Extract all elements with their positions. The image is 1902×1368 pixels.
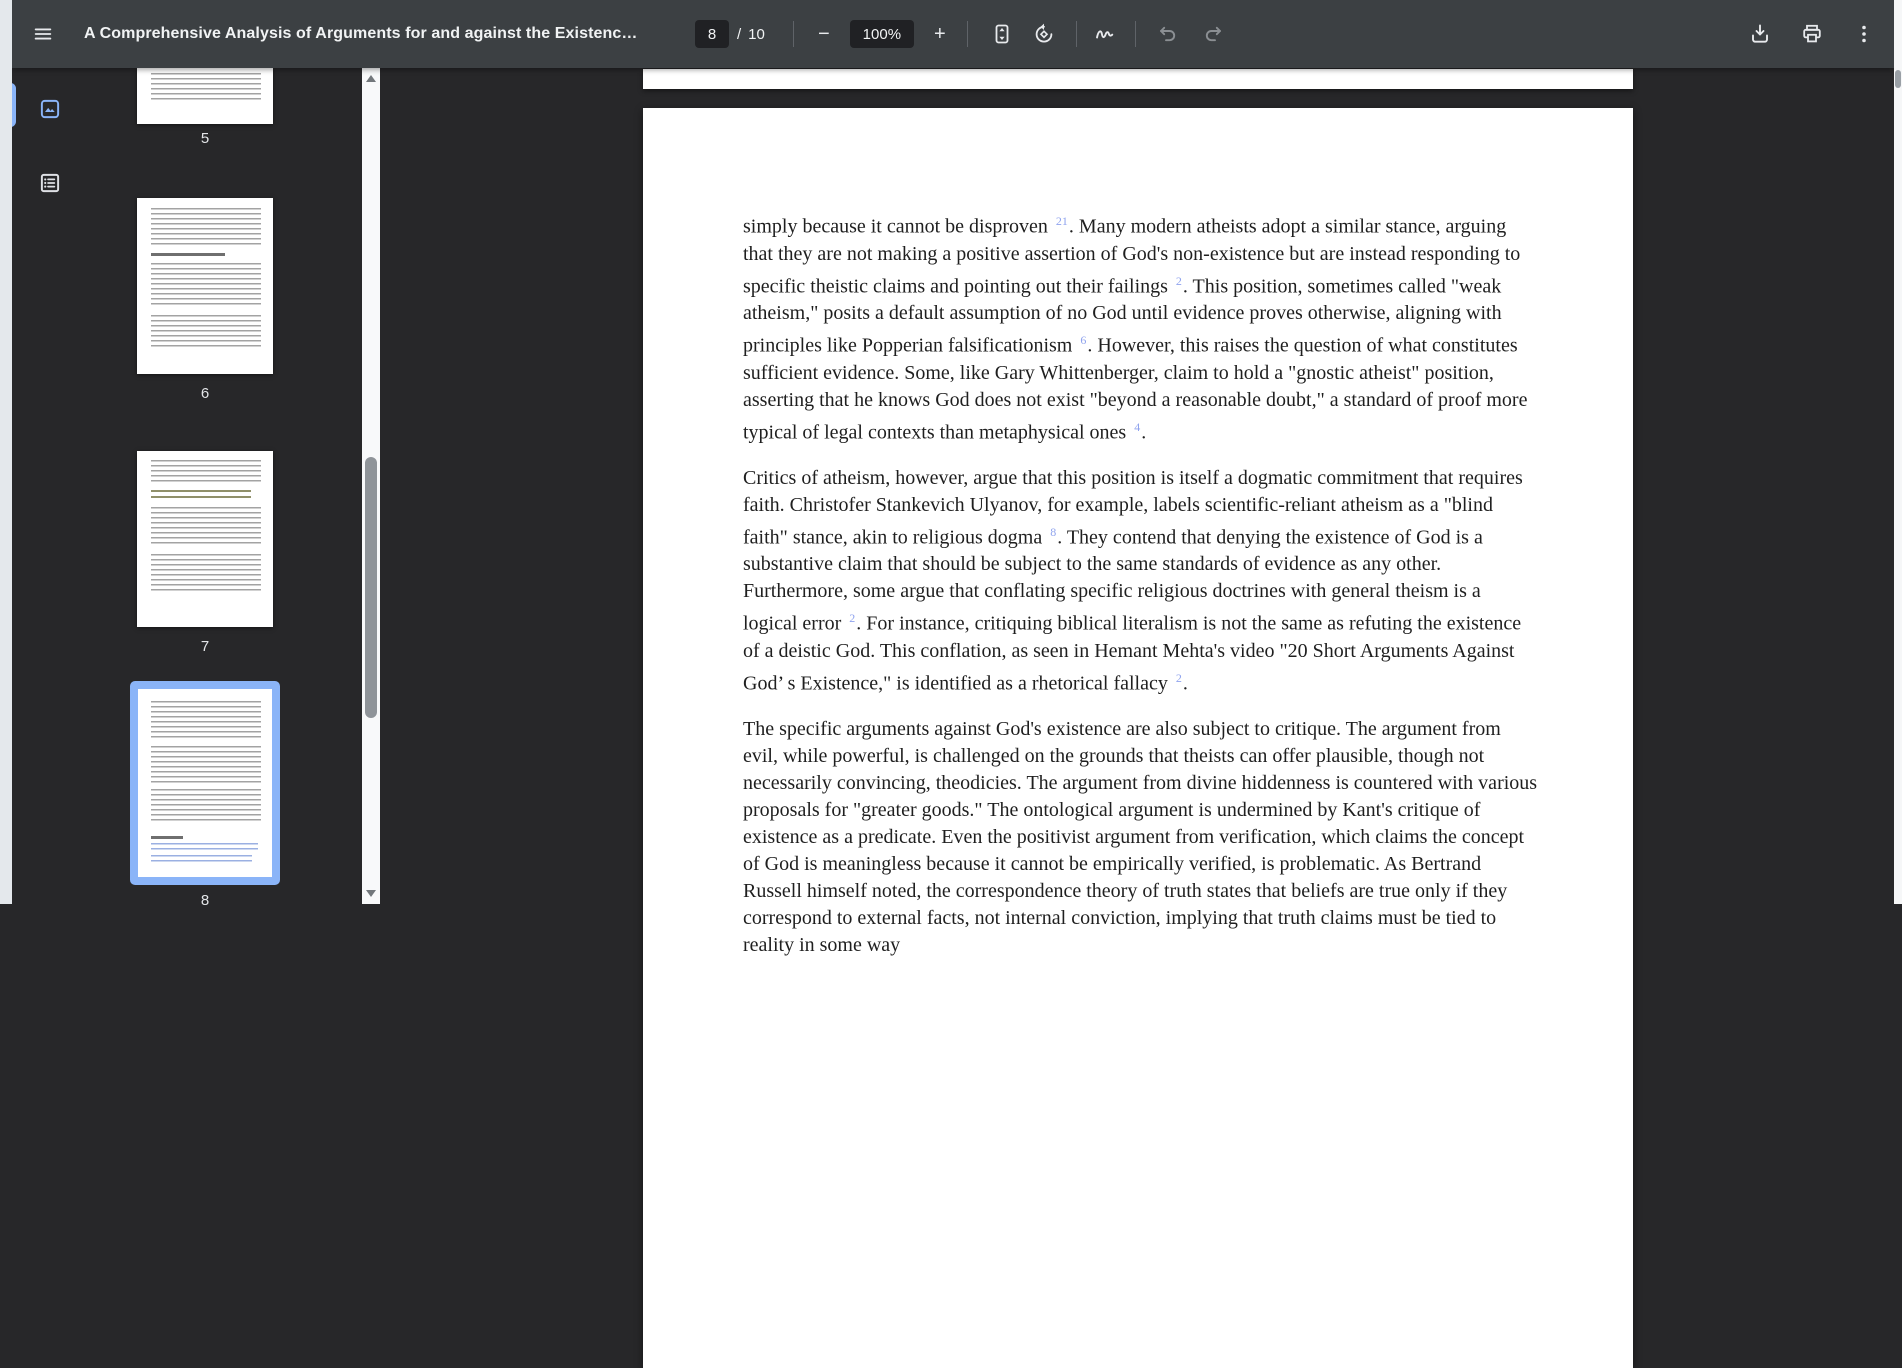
scrollbar-thumb[interactable] [365, 457, 377, 718]
redo-icon [1201, 22, 1225, 46]
previous-page-bottom-edge [643, 69, 1633, 89]
thumbnail-text-lines [151, 789, 261, 824]
thumbnail-page-8-content [138, 689, 272, 877]
citation-superscript-link[interactable]: 4 [1134, 420, 1140, 434]
citation-superscript-link[interactable]: 2 [1176, 671, 1182, 685]
thumbnail-label: 8 [200, 892, 210, 909]
menu-button[interactable] [26, 17, 60, 51]
thumbnail-page-7[interactable] [137, 451, 273, 627]
thumbnail-text-lines [151, 460, 261, 483]
toolbar-right-controls [1744, 0, 1880, 68]
document-area: simply because it cannot be disproven 21… [380, 68, 1894, 1368]
citation-superscript-link[interactable]: 8 [1050, 525, 1056, 539]
outer-scrollbar-thumb[interactable] [1895, 70, 1901, 88]
print-icon [1800, 22, 1824, 46]
redo-button[interactable] [1198, 19, 1228, 49]
outline-view-button[interactable] [34, 167, 66, 199]
thumbnail-label: 6 [200, 385, 210, 402]
document-paragraph: Critics of atheism, however, argue that … [743, 466, 1523, 695]
zoom-in-button[interactable]: + [927, 21, 953, 47]
thumbnail-heading-lines [151, 490, 251, 500]
more-options-button[interactable] [1848, 18, 1880, 50]
page-text: simply because it cannot be disproven 21… [743, 208, 1538, 977]
document-paragraph: simply because it cannot be disproven 21… [743, 214, 1528, 444]
thumbnail-heading-line [151, 253, 225, 256]
outer-left-gutter [0, 0, 12, 904]
thumbnail-reference-lines [151, 843, 258, 852]
citation-superscript-link[interactable]: 21 [1056, 214, 1068, 228]
thumbnail-text-lines [151, 263, 261, 308]
citation-superscript-link[interactable]: 2 [1176, 274, 1182, 288]
pdf-page-8: simply because it cannot be disproven 21… [643, 108, 1633, 1368]
thumbnail-text-lines [151, 701, 261, 741]
thumbnail-references-heading [151, 836, 183, 839]
scroll-up-arrow[interactable] [366, 75, 376, 82]
thumbnail-label: 5 [200, 130, 210, 147]
fit-to-page-button[interactable] [987, 19, 1017, 49]
document-paragraph: The specific arguments against God's exi… [743, 717, 1538, 956]
scroll-down-arrow[interactable] [366, 890, 376, 897]
thumbnail-page-8[interactable] [130, 681, 280, 885]
print-button[interactable] [1796, 18, 1828, 50]
thumbnail-page-6[interactable] [137, 198, 273, 374]
annotate-button[interactable] [1090, 19, 1120, 49]
rotate-button[interactable] [1029, 19, 1059, 49]
download-icon [1748, 22, 1772, 46]
zoom-level-box[interactable]: 100% [849, 20, 914, 48]
document-title: A Comprehensive Analysis of Arguments fo… [84, 25, 638, 42]
page-count: 10 [748, 25, 765, 43]
toolbar-separator [792, 21, 794, 47]
toolbar-separator [966, 21, 968, 47]
thumbnail-label: 7 [200, 638, 210, 655]
thumbnails-icon [37, 96, 63, 122]
pdf-viewer-screen: { "toolbar": { "title": "A Comprehensive… [0, 0, 1902, 1368]
thumbnail-text-lines [151, 73, 261, 103]
sidebar-rail [5, 68, 78, 904]
pen-squiggle-icon [1093, 22, 1117, 46]
page-divider: / [737, 25, 742, 43]
fit-to-page-icon [990, 22, 1014, 46]
pdf-viewer: A Comprehensive Analysis of Arguments fo… [5, 0, 1894, 1368]
thumbnail-text-lines [151, 554, 261, 594]
thumbnails-view-button[interactable] [34, 93, 66, 125]
thumbnail-text-lines [151, 507, 261, 547]
thumbnail-text-lines [151, 208, 261, 246]
outer-right-gutter [1894, 0, 1902, 904]
viewer-content: 5 6 7 8 simply because it cannot be disp… [5, 68, 1894, 1368]
citation-superscript-link[interactable]: 2 [849, 611, 855, 625]
download-button[interactable] [1744, 18, 1776, 50]
rotate-counterclockwise-icon [1032, 22, 1056, 46]
citation-superscript-link[interactable]: 6 [1080, 333, 1086, 347]
outline-icon [37, 170, 63, 196]
hamburger-icon [32, 23, 54, 45]
pdf-toolbar: A Comprehensive Analysis of Arguments fo… [12, 0, 1894, 68]
thumbnail-text-lines [151, 315, 261, 348]
more-vertical-icon [1852, 22, 1876, 46]
thumbnail-reference-lines [151, 855, 252, 864]
thumbnail-text-lines [151, 746, 261, 784]
sidebar-scrollbar[interactable] [362, 68, 380, 904]
thumbnail-page-5[interactable] [137, 68, 273, 124]
toolbar-separator [1134, 21, 1136, 47]
zoom-out-button[interactable]: − [811, 21, 837, 47]
toolbar-center-controls: / 10 − 100% + [695, 0, 1228, 68]
undo-icon [1156, 22, 1180, 46]
page-number-input[interactable] [695, 20, 729, 48]
undo-button[interactable] [1153, 19, 1183, 49]
toolbar-separator [1075, 21, 1077, 47]
